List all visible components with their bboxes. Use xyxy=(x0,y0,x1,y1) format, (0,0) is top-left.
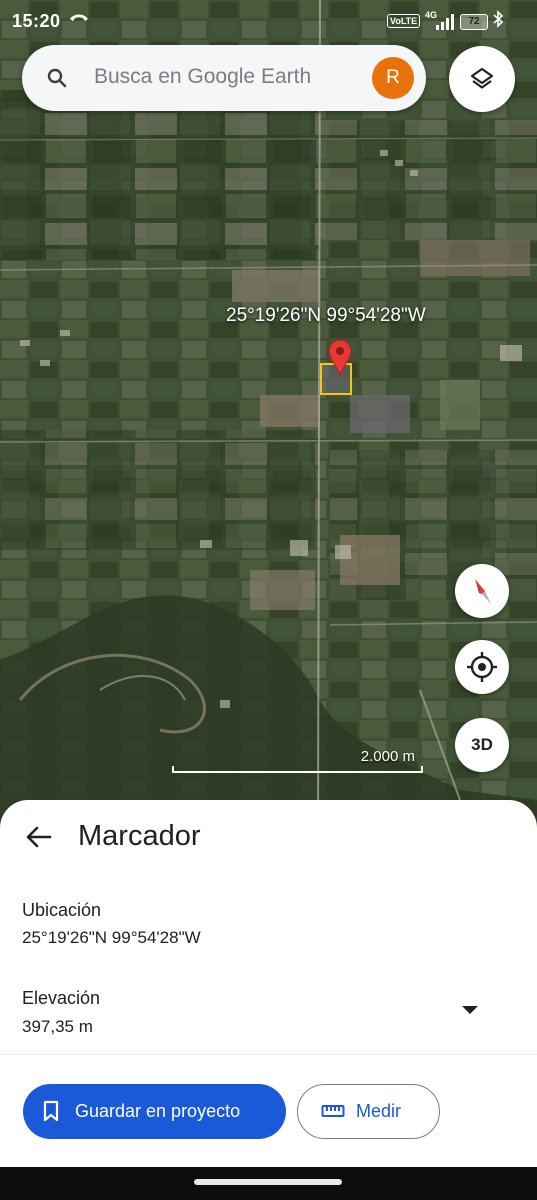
search-icon[interactable] xyxy=(46,67,68,89)
compass-button[interactable] xyxy=(455,564,509,618)
volte-badge: VoLTE xyxy=(387,14,421,28)
home-gesture-handle[interactable] xyxy=(194,1179,342,1185)
account-avatar[interactable]: R xyxy=(372,57,414,99)
placemark-sheet: Marcador Ubicación 25°19'26"N 99°54'28"W… xyxy=(0,800,537,1167)
expand-arrow-icon[interactable] xyxy=(462,1006,478,1014)
arrow-back-icon xyxy=(26,826,52,848)
signal-icon xyxy=(436,14,454,30)
measure-button[interactable]: Medir xyxy=(297,1084,440,1139)
my-location-button[interactable] xyxy=(455,640,509,694)
divider xyxy=(0,1054,537,1055)
elevation-value: 397,35 m xyxy=(22,1017,93,1036)
save-to-project-button[interactable]: Guardar en proyecto xyxy=(23,1084,286,1139)
satellite-map[interactable]: 15:20 VoLTE 4G 72 Busca en Google Earth … xyxy=(0,0,537,830)
bookmark-icon xyxy=(43,1100,59,1127)
save-to-project-label: Guardar en proyecto xyxy=(75,1101,241,1121)
location-label: Ubicación xyxy=(22,900,102,920)
ruler-icon xyxy=(321,1103,345,1124)
location-value: 25°19'26"N 99°54'28"W xyxy=(22,928,201,947)
layers-button[interactable] xyxy=(449,46,515,112)
system-navigation-bar xyxy=(0,1167,537,1200)
3d-toggle-button[interactable]: 3D xyxy=(455,718,509,772)
my-location-icon xyxy=(467,652,497,682)
battery-level: 72 xyxy=(460,14,488,30)
sheet-title: Marcador xyxy=(78,820,201,852)
status-bar: 15:20 VoLTE 4G 72 xyxy=(0,0,537,44)
coordinate-label: 25°19'26"N 99°54'28"W xyxy=(226,305,426,326)
back-button[interactable] xyxy=(24,822,54,852)
map-scale: 2.000 m xyxy=(172,748,425,776)
layers-icon xyxy=(470,67,494,89)
scale-bar xyxy=(172,766,423,773)
compass-icon xyxy=(475,579,491,604)
measure-label: Medir xyxy=(356,1101,402,1121)
map-imagery xyxy=(0,0,537,830)
scale-label: 2.000 m xyxy=(360,748,415,765)
search-input[interactable]: Busca en Google Earth xyxy=(94,65,311,89)
search-bar[interactable]: Busca en Google Earth R xyxy=(22,45,426,111)
elevation-label: Elevación xyxy=(22,988,101,1008)
status-time: 15:20 xyxy=(12,11,61,31)
